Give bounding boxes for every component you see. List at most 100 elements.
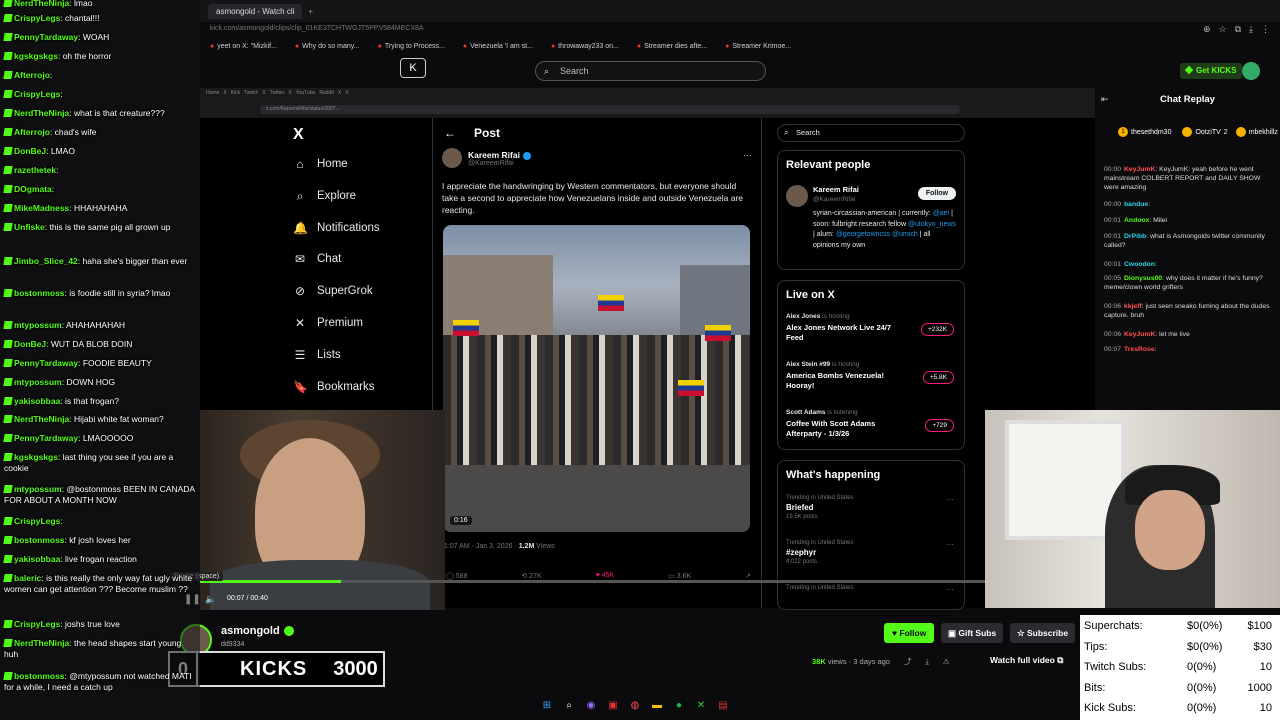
app-icon[interactable]: ◍ bbox=[628, 699, 642, 713]
kick-logo[interactable]: K bbox=[400, 58, 426, 78]
goal-value: 0(0%) bbox=[1187, 661, 1217, 674]
relevant-people-panel: Relevant people Kareem Rifai @KareemRifa… bbox=[777, 150, 965, 270]
extensions-icon[interactable]: ⧉ bbox=[1235, 24, 1241, 35]
follow-label: Follow bbox=[899, 628, 927, 638]
folder-icon[interactable]: ▬ bbox=[650, 699, 664, 713]
new-tab-button[interactable]: + bbox=[308, 7, 313, 16]
browser-tab-active[interactable]: asmongold - Watch cli bbox=[208, 3, 303, 19]
clip-browser-tab: YouTube bbox=[295, 90, 316, 96]
goal-label: Bits: bbox=[1084, 681, 1106, 694]
gift-subs-button[interactable]: ▣ Gift Subs bbox=[941, 623, 1004, 643]
chat-username: Unfiske bbox=[14, 222, 45, 232]
gifter-rank-icon: 1 bbox=[1118, 127, 1128, 137]
premium-icon: ✕ bbox=[294, 316, 306, 330]
replay-username: DrPibb bbox=[1124, 233, 1147, 240]
chat-message: Unfiske: this is the same pig all grown … bbox=[3, 222, 197, 233]
chat-username: CrispyLegs bbox=[14, 13, 61, 23]
replay-message: 00:06 kkjeff: just seen sneako fuming abo… bbox=[1104, 302, 1274, 320]
chat-message: PennyTardaway: FOODIE BEAUTY bbox=[3, 358, 197, 369]
address-bar[interactable]: kick.com/asmongold/clips/clip_01KE3TCHTW… bbox=[200, 22, 1280, 36]
live-host: Alex Stein #99 is hosting bbox=[786, 361, 958, 368]
bookmark-item[interactable]: ● throwaway233 on... bbox=[551, 43, 619, 50]
goal-label: Tips: bbox=[1084, 640, 1108, 653]
more-icon: ⋯ bbox=[743, 150, 752, 160]
volume-icon[interactable]: 🔈 bbox=[205, 594, 216, 605]
app-icon[interactable]: ▤ bbox=[716, 699, 730, 713]
x-nav-label: Premium bbox=[317, 317, 364, 329]
zoom-icon[interactable]: ⊕ bbox=[1203, 24, 1211, 35]
live-host-name: Scott Adams bbox=[786, 409, 826, 416]
kick-search-input[interactable]: ⌕ Search bbox=[535, 61, 766, 81]
gifter-rank-icon bbox=[1182, 127, 1193, 137]
chat-badge-icon bbox=[3, 397, 13, 405]
browser-tab-bar: asmongold - Watch cli + bbox=[200, 0, 1280, 22]
replay-message: 00:00 KeyJumK: KeyJumK: yeah before he we… bbox=[1104, 165, 1274, 192]
chat-username: PennyTardaway bbox=[14, 433, 79, 443]
bookmark-item[interactable]: ● Streamer dies afte... bbox=[637, 43, 707, 50]
reply-icon-glyph: ◯ bbox=[446, 573, 456, 580]
share-icon[interactable]: ⤴ bbox=[904, 656, 912, 667]
bookmark-label: Trying to Process... bbox=[384, 42, 445, 50]
get-kicks-button[interactable]: Get KICKS bbox=[1180, 63, 1243, 79]
star-icon[interactable]: ☆ bbox=[1219, 24, 1227, 35]
video-progress-bar[interactable] bbox=[200, 580, 985, 583]
app-icon[interactable]: ▣ bbox=[606, 699, 620, 713]
download-icon[interactable]: ⤓ bbox=[1249, 24, 1253, 35]
bookmark-icon: ● bbox=[725, 42, 730, 50]
donation-goals-panel: Superchats: $0(0%) $100 Tips: $0(0%) $30 Twitc… bbox=[1080, 615, 1280, 720]
channel-name[interactable]: asmongold bbox=[221, 625, 280, 637]
clip-browser-tab: X bbox=[345, 90, 349, 96]
trend-item: Trending in United States Briefed 19.5K po… bbox=[786, 495, 958, 520]
x-nav-label: Bookmarks bbox=[317, 380, 375, 393]
replay-time: 00:00 bbox=[1104, 201, 1122, 208]
replay-message: 00:01 Andoox: Milei bbox=[1104, 216, 1274, 225]
live-item: Alex Jones is hosting Alex Jones Network … bbox=[786, 313, 958, 343]
chat-colon: : bbox=[56, 165, 59, 175]
app-icon[interactable]: ◉ bbox=[584, 699, 598, 713]
watch-full-video-button[interactable]: Watch full video ⧉ bbox=[990, 655, 1063, 666]
download-icon[interactable]: ⤓ bbox=[925, 657, 928, 667]
bookmark-item[interactable]: ● yeet on X: "Mizkif... bbox=[210, 43, 277, 50]
spotify-icon[interactable]: ● bbox=[672, 699, 686, 713]
x-nav-label: SuperGrok bbox=[317, 285, 373, 298]
author-avatar bbox=[442, 148, 462, 168]
chat-badge-icon bbox=[3, 555, 13, 563]
chat-text: kf josh loves her bbox=[69, 535, 131, 545]
goal-value: $0(0%) bbox=[1187, 640, 1223, 653]
replay-message: 00:00 bandue: bbox=[1104, 200, 1274, 209]
report-icon[interactable]: ⚠ bbox=[943, 657, 950, 666]
menu-icon[interactable]: ⋮ bbox=[1261, 24, 1270, 35]
chat-username: NerdTheNinja bbox=[14, 638, 70, 648]
bookmark-item[interactable]: ● Venezuela 'I am st... bbox=[463, 43, 533, 50]
replay-time: 00:00 bbox=[1104, 166, 1122, 173]
live-host-name: Alex Jones bbox=[786, 313, 821, 320]
search-icon: ⌕ bbox=[784, 128, 789, 137]
bookmark-item[interactable]: ● Why do so many... bbox=[295, 43, 360, 50]
chat-badge-icon bbox=[3, 485, 13, 493]
search-icon[interactable]: ⌕ bbox=[562, 699, 576, 713]
venezuela-flag bbox=[678, 380, 704, 396]
follow-button[interactable]: ♥ Follow bbox=[884, 623, 935, 643]
x-search-placeholder: Search bbox=[796, 128, 820, 137]
subscribe-button[interactable]: ☆ Subscribe bbox=[1010, 623, 1076, 643]
chat-message: kgskgskgs: last thing you see if you are… bbox=[3, 452, 197, 474]
windows-start-icon[interactable]: ⊞ bbox=[540, 699, 554, 713]
replay-username: Cwoodon bbox=[1124, 261, 1155, 268]
post-header: ← Post bbox=[444, 126, 500, 140]
bookmark-item[interactable]: ● Trying to Process... bbox=[378, 43, 445, 50]
app-icon[interactable]: ✕ bbox=[694, 699, 708, 713]
more-icon: ⋯ bbox=[946, 495, 954, 504]
live-title: Alex Jones Network Live 24/7 Feed bbox=[786, 323, 892, 342]
goal-row: Twitch Subs: 0(0%) 10 bbox=[1084, 657, 1276, 677]
taskbar: ⊞ ⌕ ◉ ▣ ◍ ▬ ● ✕ ▤ bbox=[540, 699, 730, 713]
replay-text: let me live bbox=[1159, 331, 1190, 338]
goal-row: Superchats: $0(0%) $100 bbox=[1084, 616, 1276, 636]
clip-browser-tab: Reddit bbox=[319, 90, 334, 96]
bookmark-item[interactable]: ● Streamer Krimoe... bbox=[725, 43, 791, 50]
user-avatar[interactable] bbox=[1242, 62, 1260, 80]
webcam-shirt bbox=[210, 560, 430, 610]
chat-message: kgskgskgs: oh the horror bbox=[3, 51, 197, 62]
relevant-avatar bbox=[786, 185, 808, 207]
live-listeners: +232K bbox=[921, 323, 954, 336]
chat-badge-icon bbox=[3, 359, 13, 367]
